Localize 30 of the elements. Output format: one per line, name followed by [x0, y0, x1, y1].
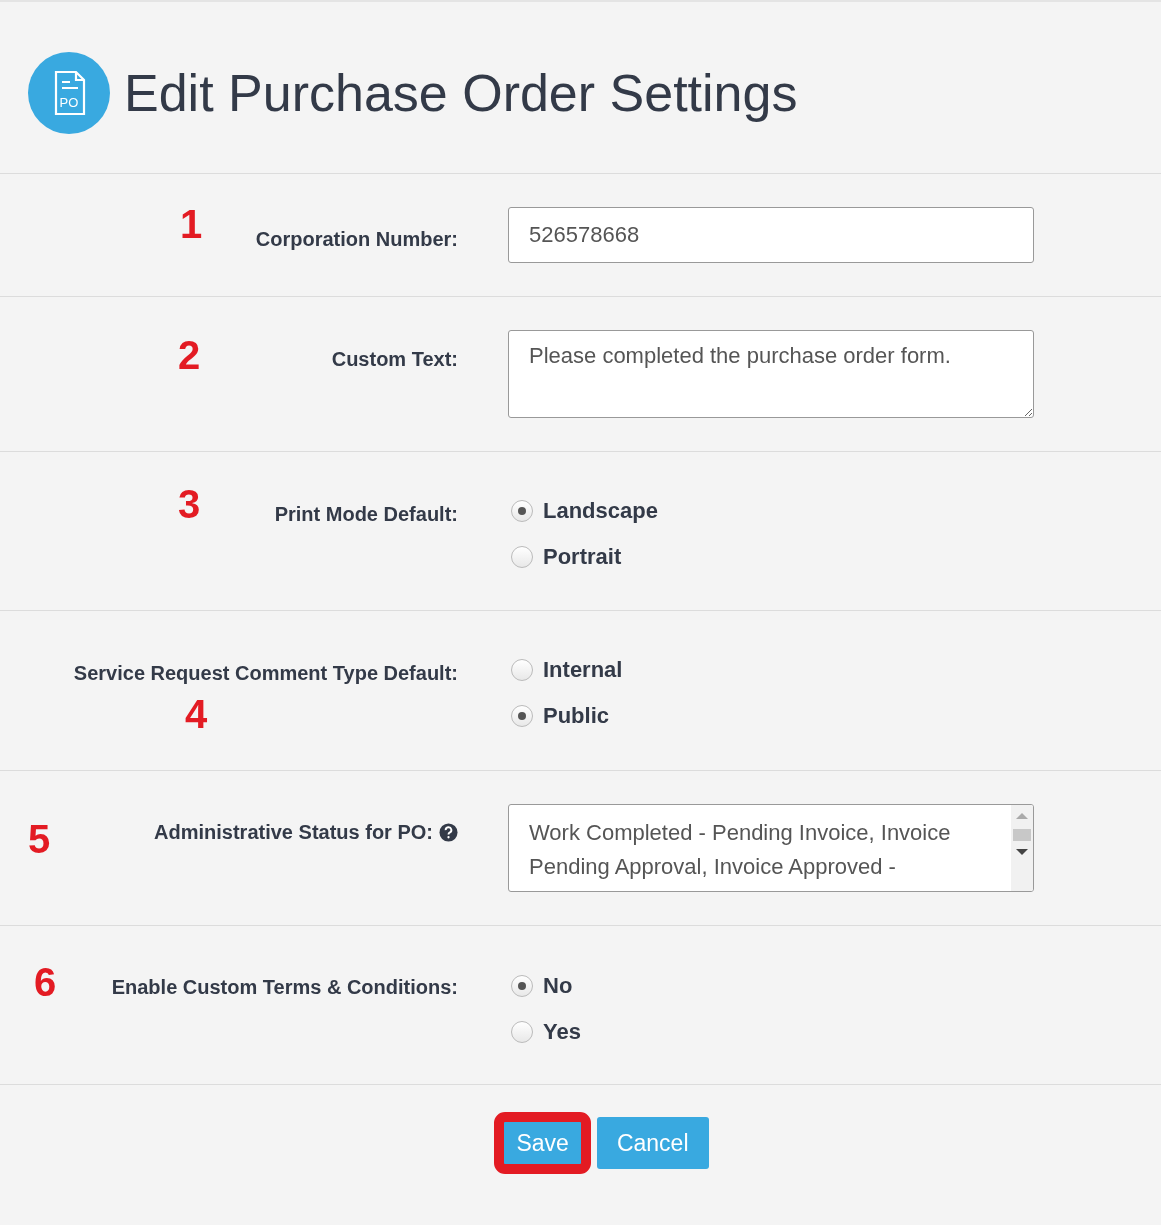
field-label: Enable Custom Terms & Conditions:	[111, 975, 458, 999]
option-label: Internal	[543, 657, 623, 683]
step-number: 3	[178, 484, 201, 524]
radio-button[interactable]	[511, 546, 533, 568]
option-label: Landscape	[543, 498, 658, 524]
radio-button[interactable]	[511, 659, 533, 681]
step-number: 5	[28, 819, 51, 859]
radio-button[interactable]	[511, 975, 533, 997]
radio-button[interactable]	[511, 705, 533, 727]
field-label: Administrative Status for PO:	[154, 820, 433, 844]
radio-button[interactable]	[511, 1021, 533, 1043]
document-icon: PO	[28, 52, 110, 134]
status-list[interactable]: Work Completed - Pending Invoice, Invoice Pending Approval, Invoice Approved -	[508, 804, 1034, 892]
field-label: Corporation Number:	[255, 227, 458, 251]
option-label: Yes	[543, 1019, 581, 1045]
page-title: Edit Purchase Order Settings	[124, 63, 798, 123]
step-number: 1	[180, 204, 203, 244]
option-label: Portrait	[543, 544, 622, 570]
text-area[interactable]: Please completed the purchase order form.	[508, 330, 1034, 418]
option-label: Public	[543, 703, 609, 729]
step-number: 2	[178, 335, 201, 375]
field-label: Service Request Comment Type Default:	[73, 661, 458, 685]
field-label: Print Mode Default:	[274, 502, 458, 526]
option-label: No	[543, 973, 573, 999]
text-field[interactable]: 526578668	[508, 207, 1034, 263]
radio-button[interactable]	[511, 500, 533, 522]
step-number: 6	[34, 962, 57, 1002]
scrollbar[interactable]	[1011, 805, 1033, 891]
step-number: 4	[185, 694, 208, 734]
field-label: Custom Text:	[331, 347, 458, 371]
